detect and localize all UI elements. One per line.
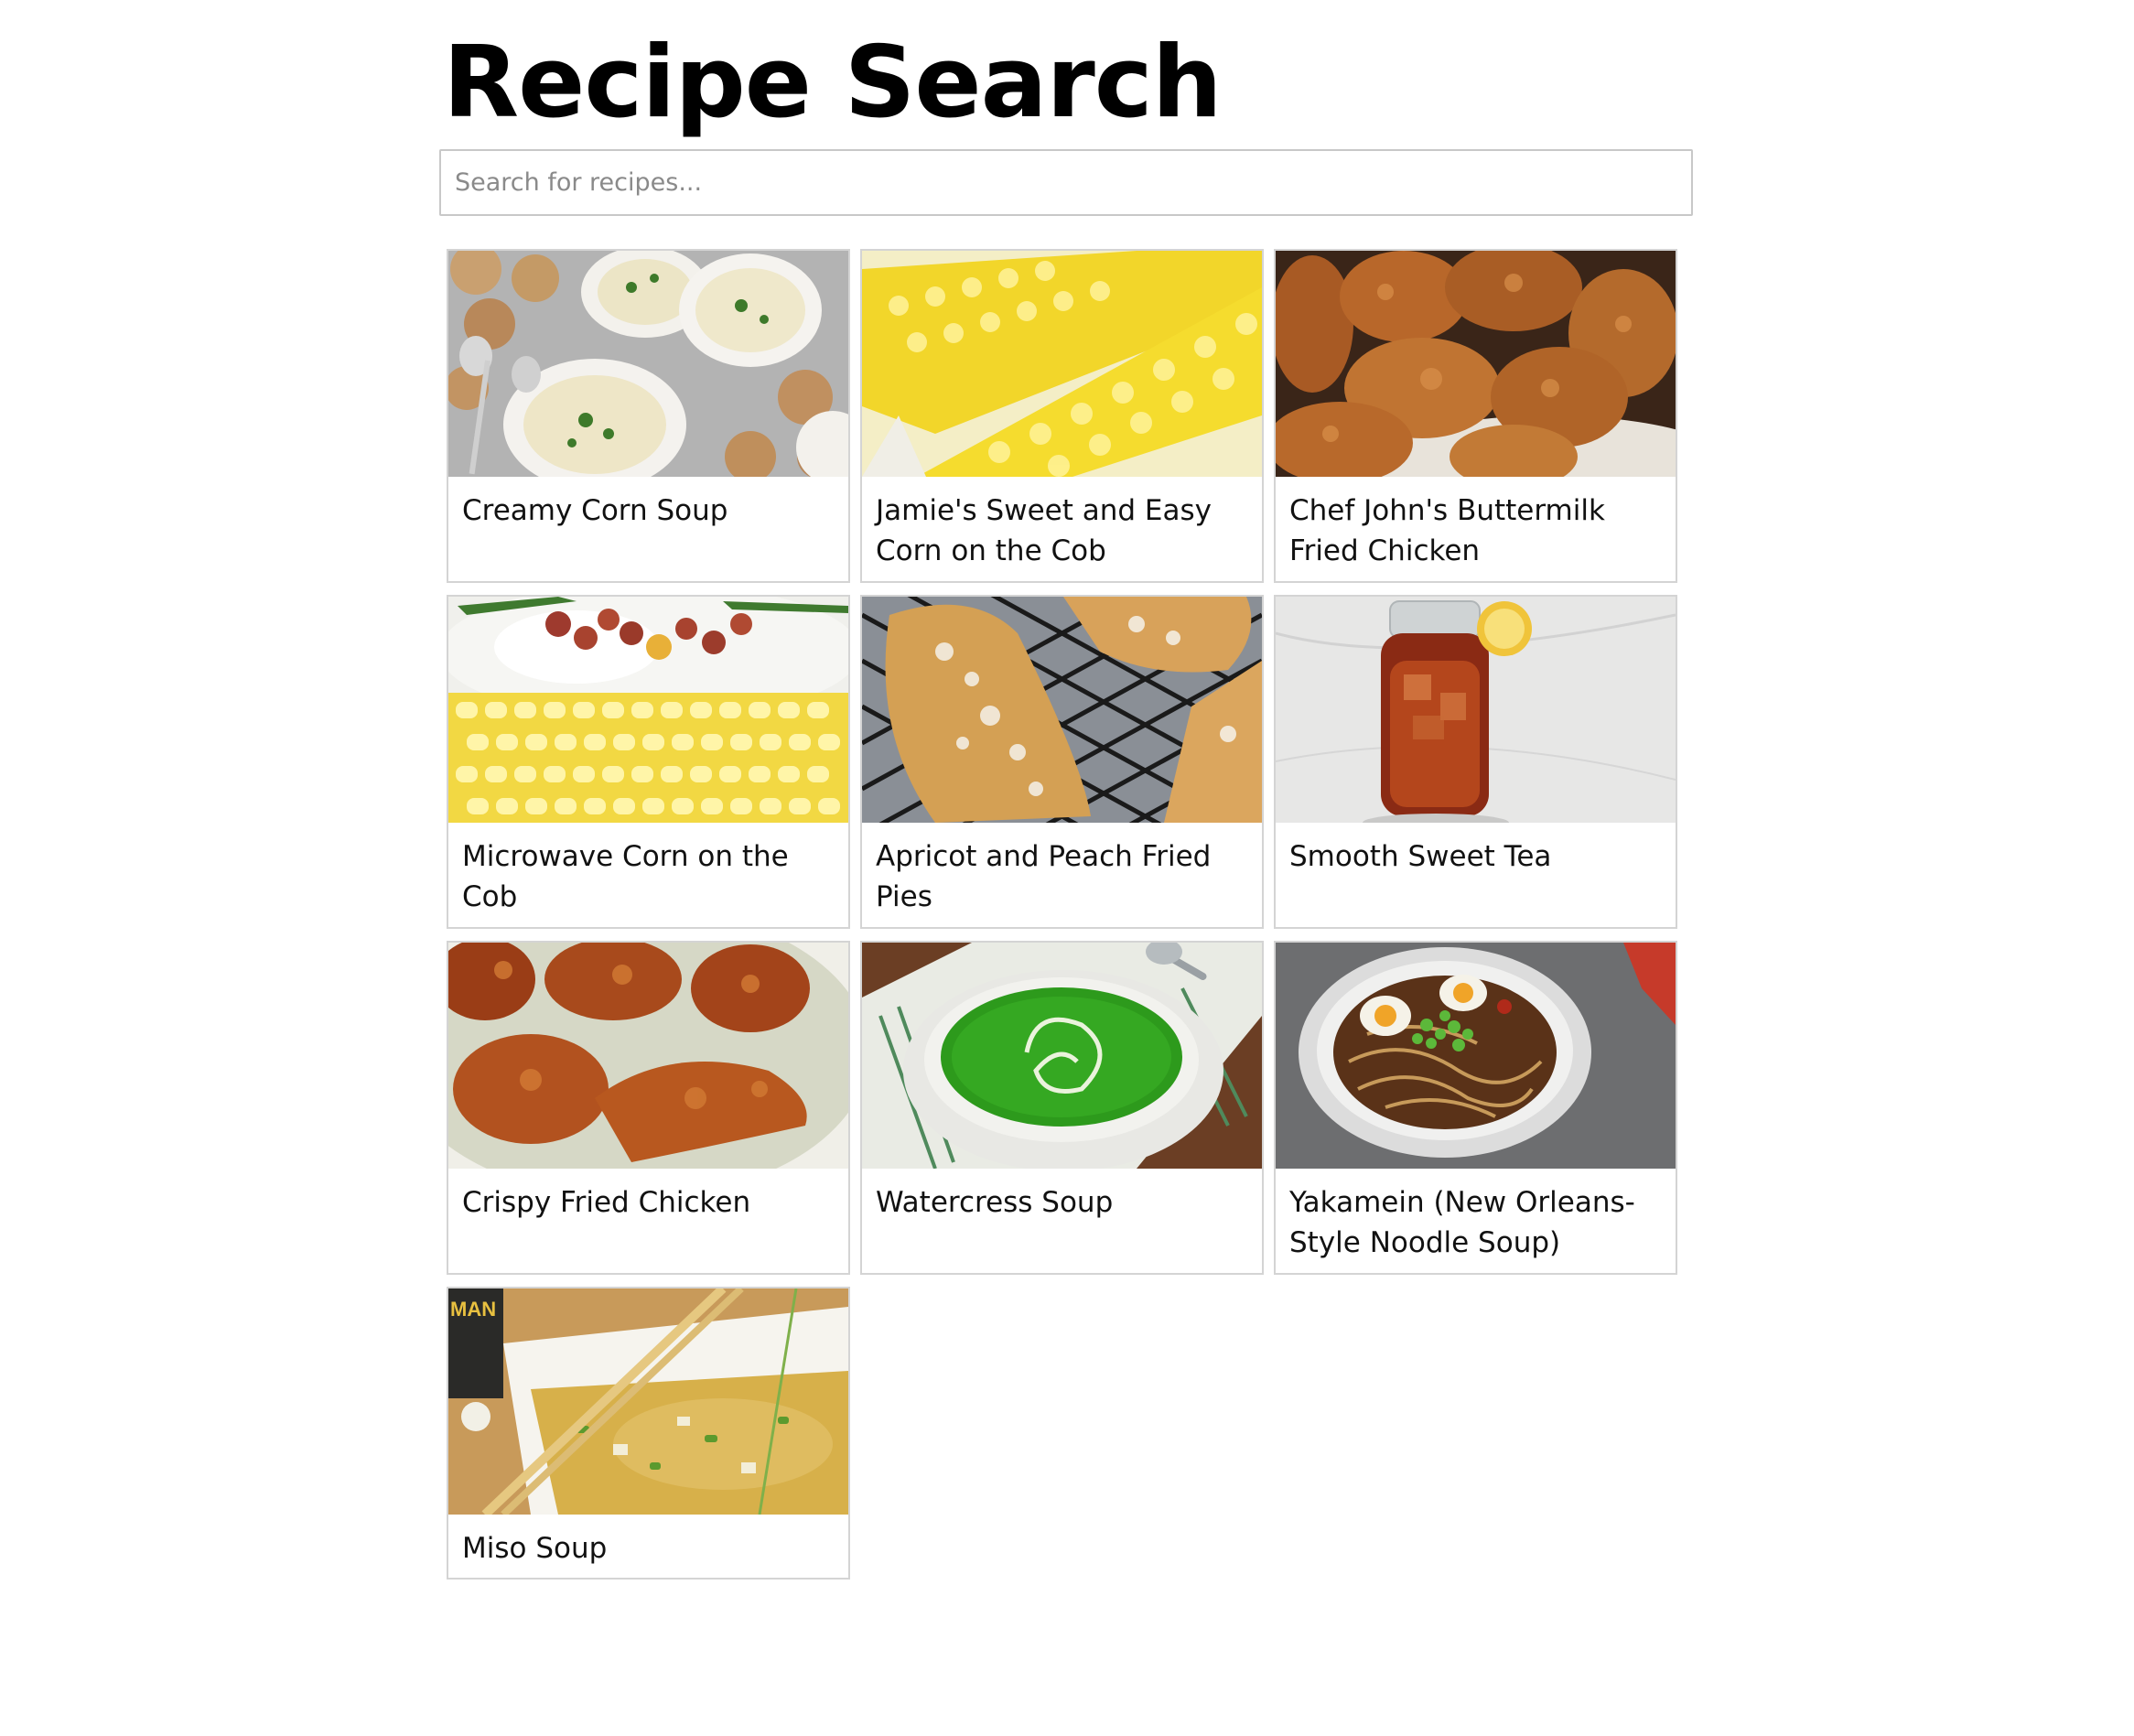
recipe-card[interactable]: Smooth Sweet Tea: [1274, 595, 1677, 929]
recipe-image-yakamein: [1276, 943, 1676, 1169]
recipe-title: Creamy Corn Soup: [462, 494, 728, 527]
recipe-image-miso-soup: MAN: [448, 1289, 848, 1515]
recipe-title: Yakamein (New Orleans-Style Noodle Soup): [1289, 1186, 1635, 1259]
recipe-title: Miso Soup: [462, 1532, 608, 1565]
recipe-image-fried-chicken: [1276, 251, 1676, 477]
recipe-image-microwave-corn: [448, 597, 848, 823]
page-title: Recipe Search: [443, 26, 1223, 140]
recipe-card[interactable]: Apricot and Peach Fried Pies: [860, 595, 1264, 929]
recipe-card[interactable]: Watercress Soup: [860, 941, 1264, 1275]
recipe-card[interactable]: Crispy Fried Chicken: [447, 941, 850, 1275]
recipe-card[interactable]: Chef John's Buttermilk Fried Chicken: [1274, 249, 1677, 583]
recipe-image-watercress-soup: [862, 943, 1262, 1169]
recipe-title: Jamie's Sweet and Easy Corn on the Cob: [876, 494, 1212, 567]
recipe-title: Microwave Corn on the Cob: [462, 840, 789, 913]
recipe-title: Watercress Soup: [876, 1186, 1114, 1219]
recipe-image-sweet-tea: [1276, 597, 1676, 823]
recipe-card[interactable]: Jamie's Sweet and Easy Corn on the Cob: [860, 249, 1264, 583]
recipe-card[interactable]: Yakamein (New Orleans-Style Noodle Soup): [1274, 941, 1677, 1275]
svg-text:MAN: MAN: [450, 1298, 496, 1321]
recipe-image-crispy-chicken: [448, 943, 848, 1169]
recipe-image-fried-pies: [862, 597, 1262, 823]
search-input[interactable]: [439, 149, 1693, 216]
recipe-image-creamy-corn-soup: [448, 251, 848, 477]
recipe-title: Crispy Fried Chicken: [462, 1186, 751, 1219]
recipe-card[interactable]: Microwave Corn on the Cob: [447, 595, 850, 929]
recipe-title: Smooth Sweet Tea: [1289, 840, 1552, 873]
recipe-card[interactable]: Creamy Corn Soup: [447, 249, 850, 583]
recipe-title: Apricot and Peach Fried Pies: [876, 840, 1212, 913]
recipe-card[interactable]: MAN Miso Soup: [447, 1287, 850, 1580]
recipe-image-corn-on-cob: [862, 251, 1262, 477]
recipe-title: Chef John's Buttermilk Fried Chicken: [1289, 494, 1605, 567]
